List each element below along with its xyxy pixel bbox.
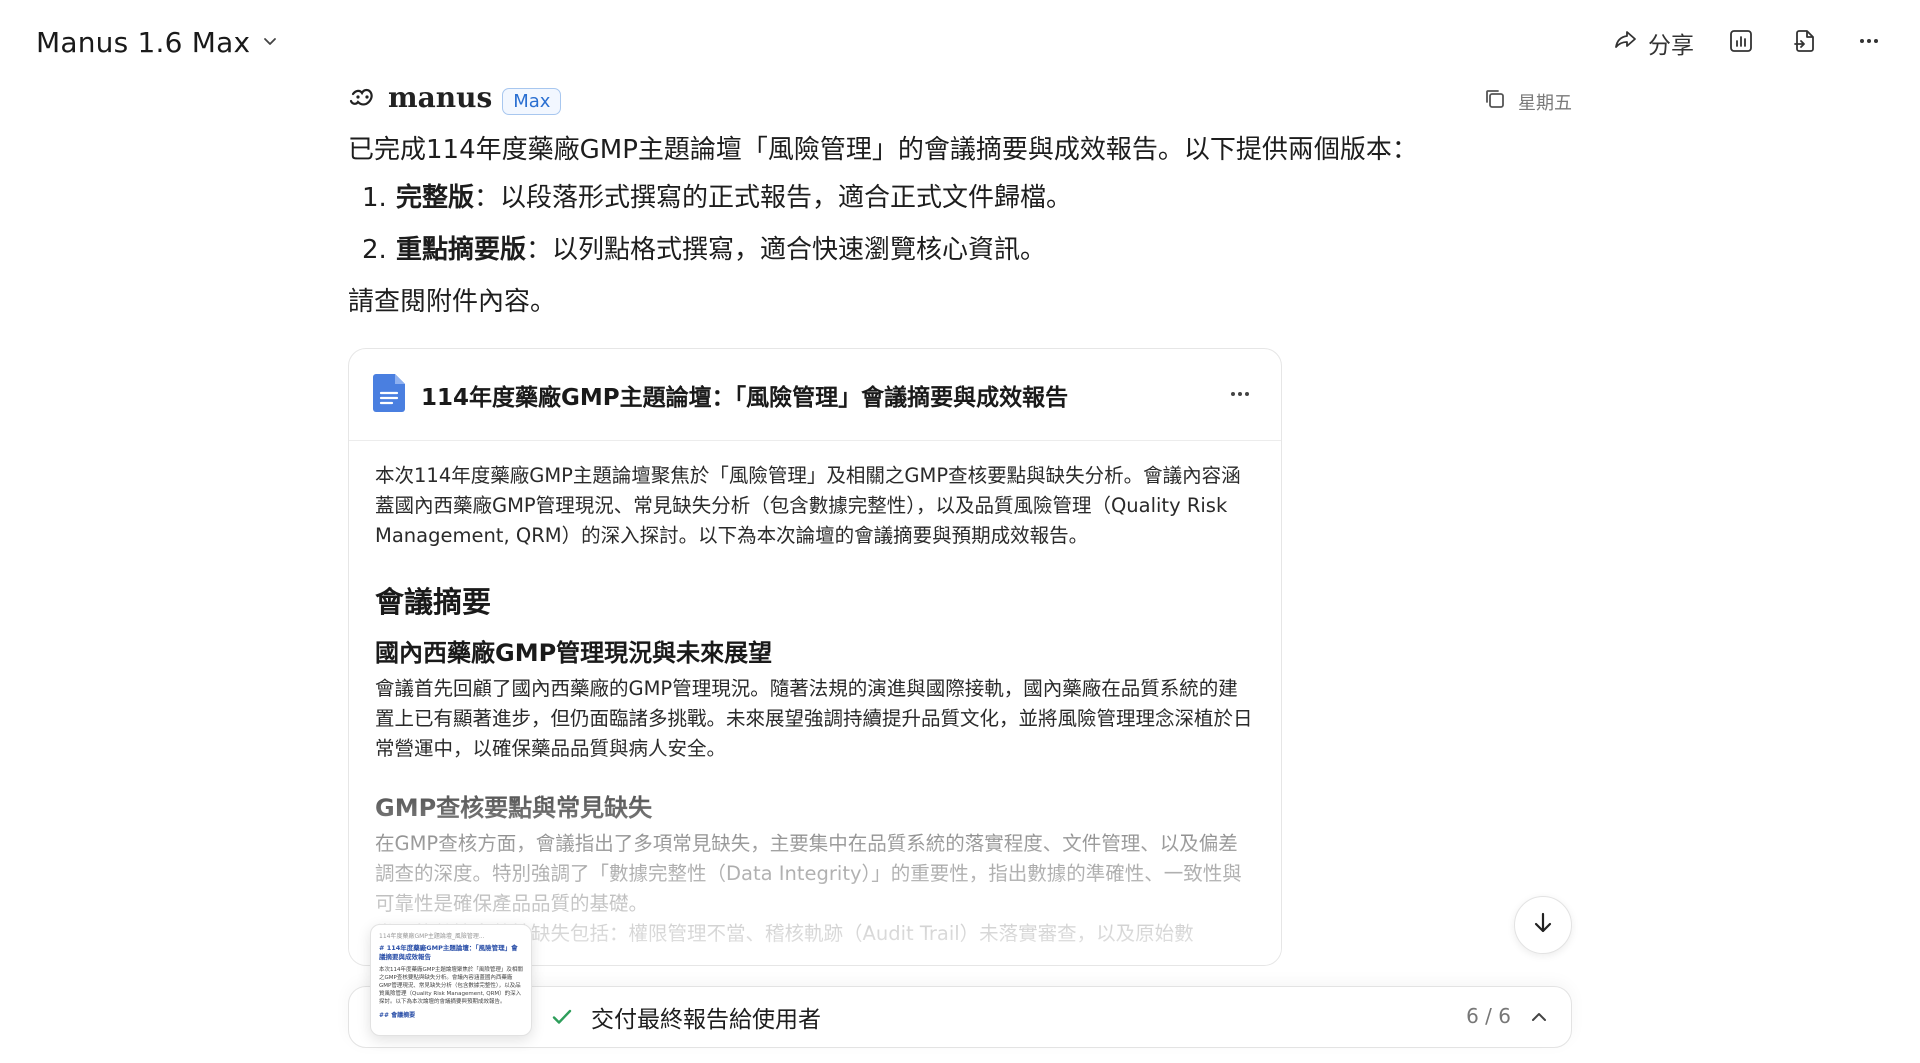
document-intro-paragraph: 本次114年度藥廠GMP主題論壇聚焦於「風險管理」及相關之GMP查核要點與缺失分… [375,464,1241,547]
document-title: 114年度藥廠GMP主題論壇：「風險管理」會議摘要與成效報告 [421,384,1069,411]
brand: manus Max [348,80,562,118]
list-item: 2. 重點摘要版：以列點格式撰寫，適合快速瀏覽核心資訊。 [362,235,1047,265]
document-thumbnail[interactable]: 114年度藥廠GMP主題論壇_風險管理... # 114年度藥廠GMP主題論壇：… [370,924,532,1036]
share-label: 分享 [1648,33,1694,59]
version-list: 1. 完整版：以段落形式撰寫的正式報告，適合正式文件歸檔。 2. 重點摘要版：以… [348,178,1572,270]
subsection-paragraph: 在GMP查核方面，會議指出了多項常見缺失，主要集中在品質系統的落實程度、文件管理… [375,832,1242,915]
check-icon [549,1004,575,1030]
model-name: Manus 1.6 Max [36,26,251,59]
more-horizontal-icon [1231,392,1249,396]
scroll-to-bottom-button[interactable] [1514,896,1572,954]
thumbnail-title: # 114年度藥廠GMP主題論壇：「風險管理」會議摘要與成效報告 [379,944,518,961]
model-selector[interactable]: Manus 1.6 Max [36,26,280,59]
thumbnail-body: 本次114年度藥廠GMP主題論壇聚焦於「風險管理」及相關之GMP查核要點與缺失分… [379,967,523,1005]
task-count: 6 / 6 [1466,1004,1511,1028]
brand-name: manus [388,80,493,114]
section-heading: 會議摘要 [375,585,492,619]
subsection-heading: 國內西藥廠GMP管理現況與未來展望 [375,639,773,667]
list-item: 1. 完整版：以段落形式撰寫的正式報告，適合正式文件歸檔。 [362,183,1073,213]
arrow-down-icon [1529,909,1557,941]
top-actions: 分享 [1612,26,1886,60]
subsection-paragraph: 會議首先回顧了國內西藥廠的GMP管理現況。隨著法規的演進與國際接軌，國內藥廠在品… [375,677,1253,760]
more-options-button[interactable] [1852,26,1886,60]
message-outro: 請查閱附件內容。 [348,287,557,317]
slides-button[interactable] [1724,26,1758,60]
copy-icon [1482,86,1508,117]
task-label: 交付最終報告給使用者 [591,1007,821,1033]
document-preview: 本次114年度藥廠GMP主題論壇聚焦於「風險管理」及相關之GMP查核要點與缺失分… [349,441,1281,965]
document-icon [373,373,405,416]
document-header: 114年度藥廠GMP主題論壇：「風險管理」會議摘要與成效報告 [349,349,1281,441]
thumbnail-heading: ## 會議摘要 [379,1012,416,1019]
document-card[interactable]: 114年度藥廠GMP主題論壇：「風險管理」會議摘要與成效報告 本次114年度藥廠… [348,348,1282,966]
message-header: manus Max 星期五 [348,80,1572,120]
message-timestamp[interactable]: 星期五 [1482,86,1572,117]
message-intro: 已完成114年度藥廠GMP主題論壇「風險管理」的會議摘要與成效報告。以下提供兩個… [348,135,1418,165]
top-bar: Manus 1.6 Max 分享 [0,0,1920,90]
document-export-icon [1791,27,1819,59]
thumbnail-filename: 114年度藥廠GMP主題論壇_風險管理... [379,933,485,940]
share-arrow-icon [1612,26,1640,60]
chart-icon [1727,27,1755,59]
chevron-up-icon [1532,1013,1546,1021]
share-button[interactable]: 分享 [1612,26,1694,60]
export-button[interactable] [1788,26,1822,60]
message-body: 已完成114年度藥廠GMP主題論壇「風險管理」的會議摘要與成效報告。以下提供兩個… [348,130,1572,330]
more-horizontal-icon [1855,27,1883,59]
task-expand-button[interactable] [1525,1003,1553,1031]
plan-badge: Max [502,87,562,115]
day-label: 星期五 [1518,92,1572,114]
chevron-down-icon [260,31,280,55]
subsection-heading: GMP查核要點與常見缺失 [375,794,653,822]
document-more-button[interactable] [1225,379,1255,409]
manus-logo-icon [348,84,378,118]
